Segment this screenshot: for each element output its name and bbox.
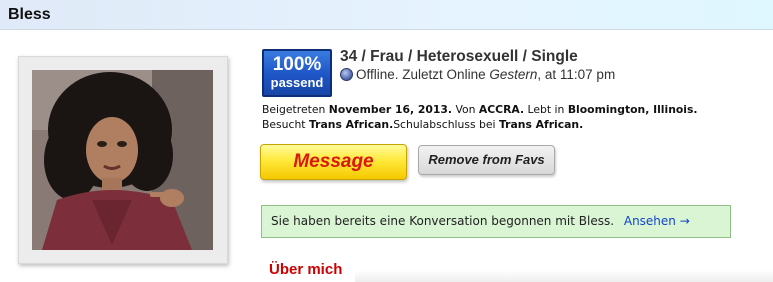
remove-from-favs-button[interactable]: Remove from Favs	[418, 145, 555, 175]
profile-header: Bless	[0, 0, 773, 30]
church-label: Besucht	[262, 117, 306, 131]
last-online-day: Gestern	[489, 67, 538, 82]
about-me-heading: Über mich	[269, 261, 343, 278]
offline-status-icon	[340, 68, 353, 81]
view-conversation-link[interactable]: Ansehen →	[624, 214, 690, 228]
conversation-notice: Sie haben bereits eine Konversation bego…	[261, 205, 731, 238]
message-button[interactable]: Message	[260, 144, 407, 180]
profile-photo[interactable]	[32, 70, 213, 250]
online-status: Offline. Zuletzt Online Gestern, at 11:0…	[340, 67, 615, 82]
match-label: passend	[270, 75, 324, 90]
notice-text: Sie haben bereits eine Konversation bego…	[271, 214, 615, 228]
lives-value: Bloomington, Illinois.	[567, 103, 698, 116]
photo-frame	[18, 56, 228, 264]
last-online-prefix: Zuletzt Online	[402, 67, 486, 82]
status-state: Offline.	[356, 67, 399, 82]
profile-details: Beigetreten November 16, 2013. Von ACCRA…	[262, 103, 702, 132]
profile-summary: 34 / Frau / Heterosexuell / Single	[340, 48, 578, 65]
from-value: ACCRA.	[478, 103, 525, 116]
last-online-time: , at 11:07 pm	[537, 67, 616, 82]
profile-photo-image	[32, 70, 213, 250]
lives-label: Lebt in	[527, 103, 565, 116]
section-divider	[355, 270, 773, 282]
from-label: Von	[455, 103, 476, 116]
match-badge: 100% passend	[262, 49, 332, 97]
profile-name: Bless	[8, 6, 51, 23]
church-value: Trans African.	[308, 117, 394, 131]
match-percent: 100%	[272, 54, 322, 75]
school-label: Schulabschluss bei	[393, 117, 496, 131]
school-value: Trans African.	[499, 117, 584, 131]
joined-date: November 16, 2013.	[328, 103, 453, 116]
joined-label: Beigetreten	[262, 103, 326, 116]
